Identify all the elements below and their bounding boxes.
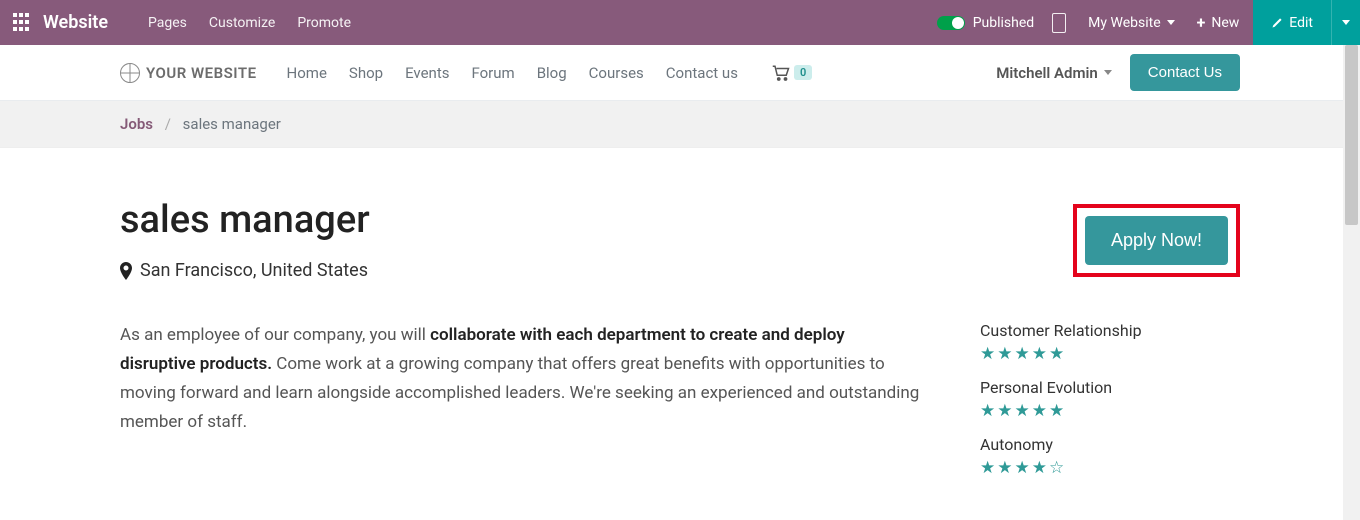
breadcrumb: Jobs / sales manager [0,101,1360,148]
topbar-menu-customize[interactable]: Customize [209,15,275,31]
job-location-text: San Francisco, United States [140,260,368,281]
nav-forum[interactable]: Forum [471,64,514,82]
rating-stars: ★★★★☆ [980,458,1240,478]
edit-group: Edit [1253,0,1360,45]
site-nav: Home Shop Events Forum Blog Courses Cont… [287,64,738,82]
chevron-down-icon [1342,20,1350,25]
chevron-down-icon [1104,70,1112,75]
edit-button[interactable]: Edit [1253,15,1331,31]
nav-courses[interactable]: Courses [589,64,644,82]
job-body: As an employee of our company, you will … [0,321,1360,492]
published-label: Published [973,15,1034,31]
nav-home[interactable]: Home [287,64,327,82]
new-label: New [1211,15,1239,31]
nav-events[interactable]: Events [405,64,449,82]
job-description: As an employee of our company, you will … [120,321,920,492]
breadcrumb-sep: / [165,115,171,133]
scrollbar-thumb[interactable] [1345,45,1358,225]
breadcrumb-current: sales manager [183,115,281,133]
rating-label: Autonomy [980,435,1240,454]
chevron-down-icon [1167,20,1175,25]
app-topbar: Website Pages Customize Promote Publishe… [0,0,1360,45]
rating-item: Customer Relationship ★★★★★ [980,321,1240,364]
scrollbar[interactable] [1343,45,1360,520]
rating-stars: ★★★★★ [980,401,1240,421]
my-website-label: My Website [1088,15,1160,31]
topbar-menu-pages[interactable]: Pages [148,15,187,31]
apply-highlight: Apply Now! [1073,204,1240,277]
cart-icon [772,65,790,81]
job-hero: sales manager San Francisco, United Stat… [0,148,1360,321]
mobile-preview-icon[interactable] [1052,13,1066,33]
cart-count-badge: 0 [794,65,812,80]
cart-button[interactable]: 0 [772,65,812,81]
topbar-menu-promote[interactable]: Promote [297,15,351,31]
desc-lead: As an employee of our company, you will [120,325,430,345]
rating-stars: ★★★★★ [980,344,1240,364]
site-logo-text: YOUR WEBSITE [146,64,257,82]
nav-contact[interactable]: Contact us [666,64,738,82]
edit-label: Edit [1289,15,1313,31]
apps-icon[interactable] [13,13,33,33]
contact-us-button[interactable]: Contact Us [1130,54,1240,91]
rating-label: Customer Relationship [980,321,1240,340]
site-logo[interactable]: YOUR WEBSITE [120,63,257,83]
topbar-menu: Pages Customize Promote [148,15,351,31]
rating-item: Autonomy ★★★★☆ [980,435,1240,478]
published-toggle[interactable] [937,16,965,30]
user-menu[interactable]: Mitchell Admin [996,64,1112,82]
plus-icon: + [1197,13,1206,32]
job-title: sales manager [120,198,370,242]
nav-shop[interactable]: Shop [349,64,383,82]
app-brand[interactable]: Website [43,12,108,33]
new-button[interactable]: + New [1197,13,1240,32]
breadcrumb-root[interactable]: Jobs [120,115,153,133]
user-name: Mitchell Admin [996,64,1098,82]
pencil-icon [1271,17,1283,29]
nav-blog[interactable]: Blog [537,64,567,82]
map-pin-icon [120,262,132,280]
job-location: San Francisco, United States [120,260,370,281]
site-navbar: YOUR WEBSITE Home Shop Events Forum Blog… [0,45,1360,101]
apply-now-button[interactable]: Apply Now! [1085,216,1228,265]
ratings-panel: Customer Relationship ★★★★★ Personal Evo… [980,321,1240,492]
rating-item: Personal Evolution ★★★★★ [980,378,1240,421]
globe-icon [120,63,140,83]
my-website-dropdown[interactable]: My Website [1088,15,1174,31]
rating-label: Personal Evolution [980,378,1240,397]
edit-dropdown[interactable] [1331,0,1360,45]
